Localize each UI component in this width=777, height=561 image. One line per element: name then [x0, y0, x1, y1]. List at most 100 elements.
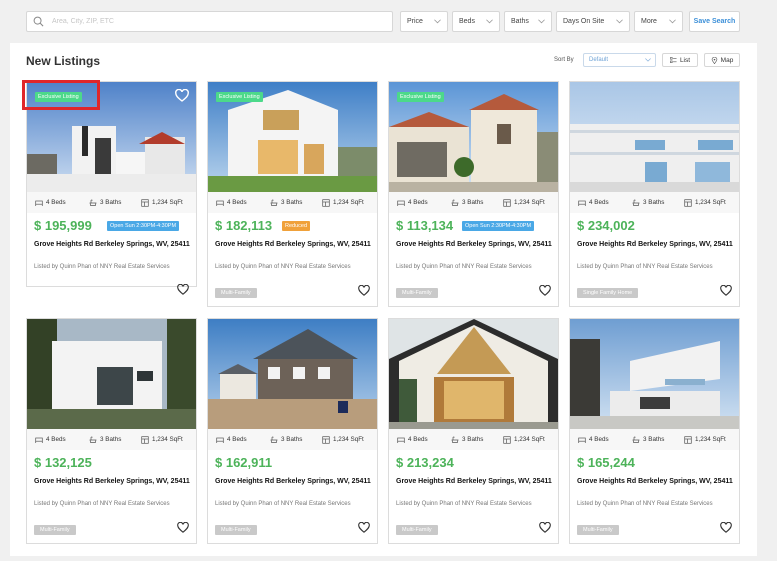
sqft-text: 1,234 SqFt — [514, 436, 545, 443]
listing-address[interactable]: Grove Heights Rd Berkeley Springs, WV, 2… — [396, 240, 554, 249]
listing-agent: Listed by Quinn Phan of NNY Real Estate … — [215, 501, 351, 507]
listing-card[interactable]: 4 Beds 3 Baths 1,234 SqFt $ 165,244 Grov… — [569, 318, 740, 544]
listing-agent: Listed by Quinn Phan of NNY Real Estate … — [396, 264, 532, 270]
chevron-down-icon — [669, 19, 676, 24]
listing-agent: Listed by Quinn Phan of NNY Real Estate … — [215, 264, 351, 270]
map-pin-icon — [711, 56, 717, 64]
search-icon — [33, 16, 44, 27]
listing-photo[interactable] — [570, 319, 739, 429]
baths-text: 3 Baths — [100, 436, 122, 443]
price-filter-label: Price — [407, 18, 423, 25]
listing-price: $ 213,234 — [396, 455, 454, 470]
listing-badge: Exclusive Listing — [397, 92, 444, 102]
house-photo — [570, 82, 739, 192]
listing-address[interactable]: Grove Heights Rd Berkeley Springs, WV, 2… — [577, 477, 735, 486]
listing-photo[interactable] — [208, 319, 377, 429]
beds-text: 4 Beds — [589, 436, 609, 443]
house-photo — [570, 319, 739, 429]
sqft-icon — [503, 435, 511, 444]
beds-text: 4 Beds — [589, 199, 609, 206]
chevron-down-icon — [434, 19, 441, 24]
house-photo — [27, 319, 196, 429]
sqft-text: 1,234 SqFt — [152, 436, 183, 443]
baths-text: 3 Baths — [643, 436, 665, 443]
search-box[interactable] — [26, 11, 393, 32]
sqft-text: 1,234 SqFt — [695, 436, 726, 443]
sort-value: Default — [589, 57, 609, 63]
bath-icon — [451, 436, 459, 443]
property-type-tag: Multi-Family — [215, 525, 257, 535]
beds-text: 4 Beds — [408, 436, 428, 443]
more-filter[interactable]: More — [634, 11, 683, 32]
open-house-tag: Open Sun 2:30PM-4:30PM — [107, 221, 180, 231]
listing-card[interactable]: 4 Beds 3 Baths 1,234 SqFt $ 234,002 Grov… — [569, 81, 740, 307]
listing-badge: Exclusive Listing — [216, 92, 263, 102]
baths-filter[interactable]: Baths — [504, 11, 552, 32]
listing-meta: 4 Beds 3 Baths 1,234 SqFt — [27, 429, 196, 450]
property-type-tag: Multi-Family — [396, 525, 438, 535]
map-view-button[interactable]: Map — [704, 53, 740, 67]
beds-filter-label: Beds — [459, 18, 475, 25]
reduced-tag: Reduced — [282, 221, 311, 231]
open-house-tag: Open Sun 2:30PM-4:30PM — [462, 221, 535, 231]
house-photo — [208, 319, 377, 429]
list-view-label: List — [679, 56, 691, 64]
listing-photo[interactable] — [27, 319, 196, 429]
heart-icon[interactable] — [539, 522, 551, 533]
listing-card[interactable]: Exclusive Listing 4 Beds 3 Baths 1,234 S… — [388, 81, 559, 307]
listing-address[interactable]: Grove Heights Rd Berkeley Springs, WV, 2… — [577, 240, 735, 249]
heart-icon[interactable] — [177, 284, 189, 295]
listing-agent: Listed by Quinn Phan of NNY Real Estate … — [34, 264, 170, 270]
listing-card[interactable]: Exclusive Listing 4 Beds 3 Baths 1,234 S… — [207, 81, 378, 307]
baths-text: 3 Baths — [100, 199, 122, 206]
more-filter-label: More — [641, 18, 657, 25]
bath-icon — [632, 436, 640, 443]
beds-filter[interactable]: Beds — [452, 11, 500, 32]
heart-icon[interactable] — [720, 522, 732, 533]
beds-text: 4 Beds — [227, 199, 247, 206]
section-title: New Listings — [26, 54, 101, 68]
heart-icon[interactable] — [720, 285, 732, 296]
listing-address[interactable]: Grove Heights Rd Berkeley Springs, WV, 2… — [34, 240, 192, 249]
sqft-icon — [503, 198, 511, 207]
map-view-label: Map — [720, 56, 734, 64]
listing-price: $ 113,134 — [396, 218, 454, 233]
listing-photo[interactable] — [389, 319, 558, 429]
listing-address[interactable]: Grove Heights Rd Berkeley Springs, WV, 2… — [215, 240, 373, 249]
heart-icon[interactable] — [358, 522, 370, 533]
listing-card[interactable]: 4 Beds 3 Baths 1,234 SqFt $ 132,125 Grov… — [26, 318, 197, 544]
listing-address[interactable]: Grove Heights Rd Berkeley Springs, WV, 2… — [396, 477, 554, 486]
sort-select[interactable]: Default — [583, 53, 656, 67]
listing-meta: 4 Beds 3 Baths 1,234 SqFt — [570, 192, 739, 213]
listing-address[interactable]: Grove Heights Rd Berkeley Springs, WV, 2… — [215, 477, 373, 486]
price-filter[interactable]: Price — [400, 11, 448, 32]
property-type-tag: Multi-Family — [396, 288, 438, 298]
listing-address[interactable]: Grove Heights Rd Berkeley Springs, WV, 2… — [34, 477, 192, 486]
search-input[interactable] — [52, 18, 372, 25]
listing-meta: 4 Beds 3 Baths 1,234 SqFt — [208, 192, 377, 213]
heart-icon[interactable] — [358, 285, 370, 296]
listing-card[interactable]: 4 Beds 3 Baths 1,234 SqFt $ 162,911 Grov… — [207, 318, 378, 544]
bed-icon — [35, 437, 43, 443]
listing-photo[interactable] — [570, 82, 739, 192]
listing-card[interactable]: 4 Beds 3 Baths 1,234 SqFt $ 213,234 Grov… — [388, 318, 559, 544]
bath-icon — [451, 199, 459, 206]
listing-card[interactable]: Exclusive Listing 4 Beds 3 Baths 1,234 S… — [26, 81, 197, 295]
chevron-down-icon — [538, 19, 545, 24]
heart-icon[interactable] — [177, 522, 189, 533]
sort-label: Sort By — [554, 57, 574, 63]
list-view-button[interactable]: List — [662, 53, 698, 67]
bath-icon — [270, 199, 278, 206]
save-search-button[interactable]: Save Search — [689, 11, 740, 32]
sqft-icon — [684, 198, 692, 207]
property-type-tag: Single Family Home — [577, 288, 639, 298]
listing-meta: 4 Beds 3 Baths 1,234 SqFt — [570, 429, 739, 450]
bed-icon — [578, 200, 586, 206]
baths-text: 3 Baths — [462, 436, 484, 443]
listing-price: $ 195,999 — [34, 218, 92, 233]
property-type-tag: Multi-Family — [215, 288, 257, 298]
days-filter[interactable]: Days On Site — [556, 11, 630, 32]
heart-icon[interactable] — [539, 285, 551, 296]
heart-icon[interactable] — [175, 89, 189, 102]
sqft-text: 1,234 SqFt — [514, 199, 545, 206]
